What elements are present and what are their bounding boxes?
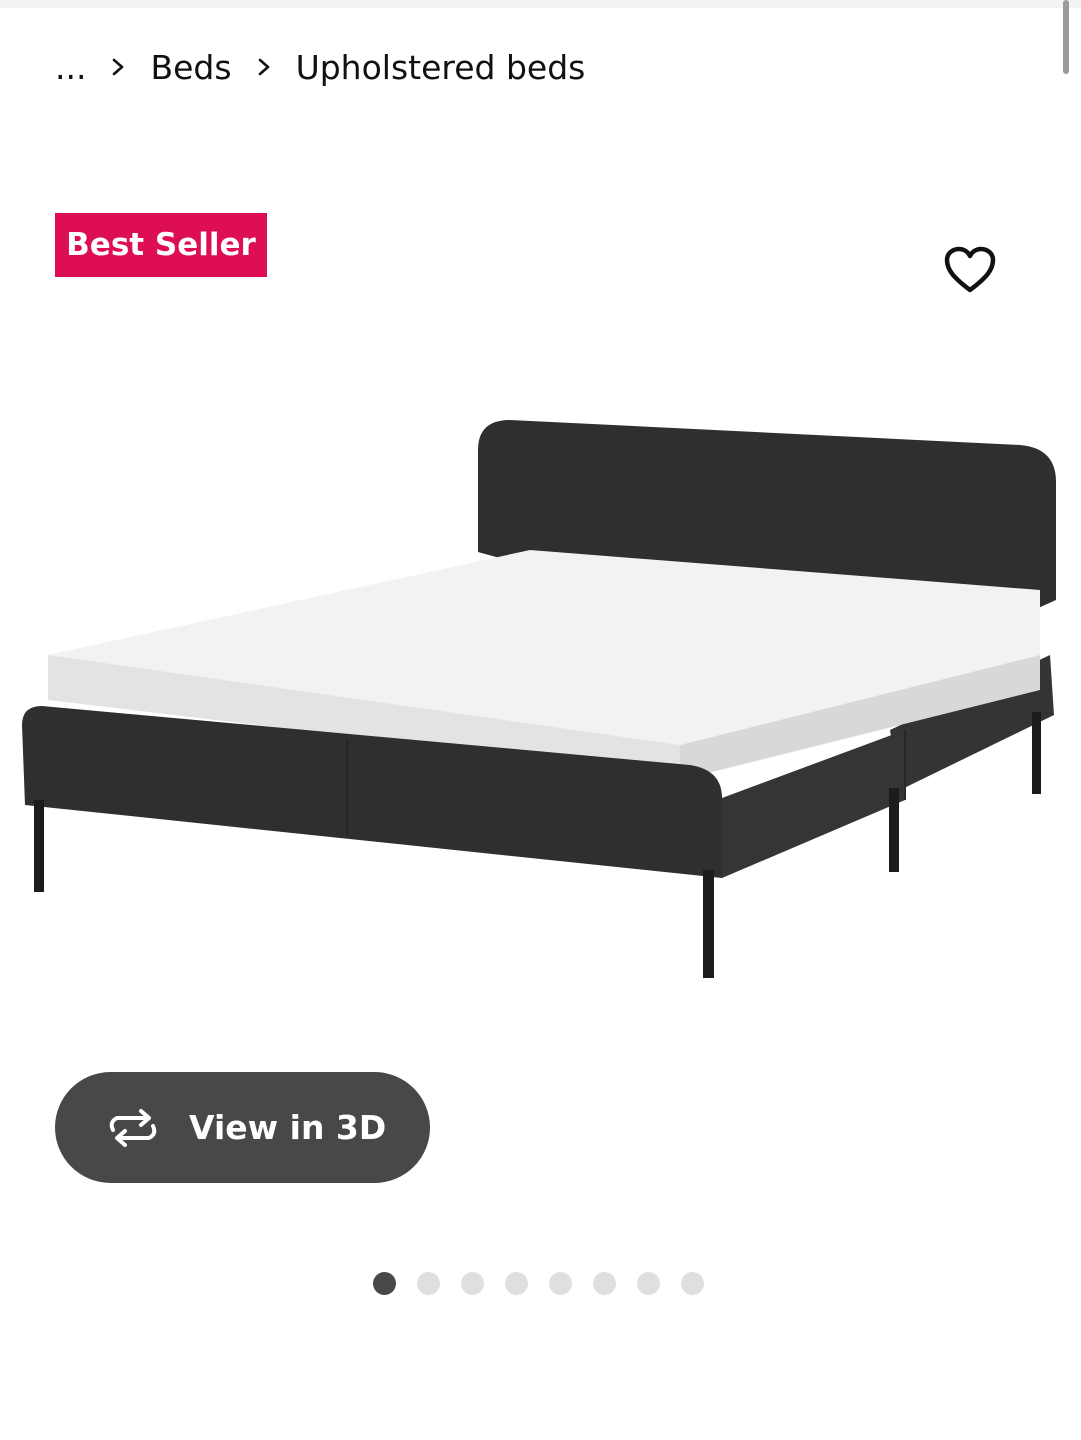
scrollbar-thumb[interactable] <box>1063 0 1069 74</box>
carousel-dot-7[interactable] <box>637 1271 660 1295</box>
carousel-dot-4[interactable] <box>505 1271 528 1295</box>
view-in-3d-button[interactable]: View in 3D <box>55 1072 430 1183</box>
heart-outline-icon <box>944 246 996 293</box>
chevron-right-icon <box>113 58 124 76</box>
breadcrumb-item-beds[interactable]: Beds <box>150 48 231 87</box>
product-image <box>0 400 1081 1000</box>
top-strip <box>0 0 1081 8</box>
rotate-3d-icon <box>109 1108 157 1147</box>
breadcrumb: ... Beds Upholstered beds <box>55 42 585 92</box>
breadcrumb-item-ellipsis[interactable]: ... <box>55 48 86 87</box>
carousel-dot-5[interactable] <box>549 1271 572 1295</box>
best-seller-badge: Best Seller <box>55 213 267 277</box>
carousel-dot-2[interactable] <box>417 1271 440 1295</box>
carousel-dot-1[interactable] <box>373 1271 396 1295</box>
best-seller-badge-label: Best Seller <box>66 227 256 263</box>
carousel-dot-3[interactable] <box>461 1271 484 1295</box>
view-in-3d-label: View in 3D <box>189 1108 387 1147</box>
bed-illustration <box>22 420 1056 978</box>
carousel-dot-8[interactable] <box>681 1271 704 1295</box>
chevron-right-icon <box>258 58 269 76</box>
favorite-button[interactable] <box>940 240 1000 300</box>
breadcrumb-item-upholstered-beds[interactable]: Upholstered beds <box>296 48 586 87</box>
carousel-pagination <box>373 1271 704 1295</box>
carousel-dot-6[interactable] <box>593 1271 616 1295</box>
